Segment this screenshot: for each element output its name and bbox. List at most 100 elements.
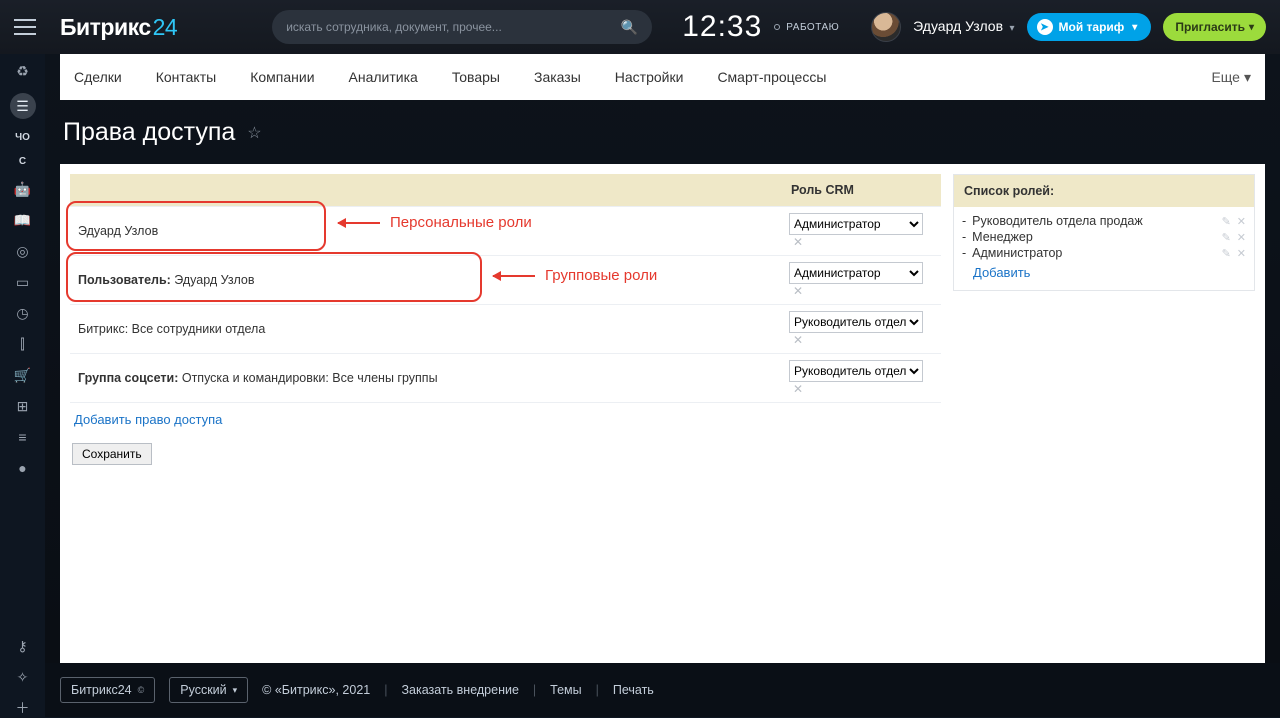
perm-row-label: Пользователь: xyxy=(78,273,171,287)
tab-deals[interactable]: Сделки xyxy=(74,69,122,85)
rail-refresh-icon[interactable]: ♻ xyxy=(14,62,32,80)
rail-robot-icon[interactable]: 🤖 xyxy=(14,180,32,198)
chevron-down-icon: ▾ xyxy=(1249,22,1254,33)
rail-target-icon[interactable]: ◎ xyxy=(14,242,32,260)
tab-analytics[interactable]: Аналитика xyxy=(349,69,418,85)
invite-label: Пригласить xyxy=(1175,20,1245,34)
rail-text-2[interactable]: С xyxy=(19,156,26,167)
role-item: -Менеджер ✎ ✕ xyxy=(962,229,1246,245)
menu-hamburger[interactable] xyxy=(14,19,36,35)
role-select[interactable]: Руководитель отдела продаж xyxy=(789,311,923,333)
perm-row-label: Группа соцсети: xyxy=(78,371,178,385)
footer-lang-label: Русский xyxy=(180,683,226,697)
footer-link-themes[interactable]: Темы xyxy=(550,683,581,697)
status-label: РАБОТАЮ xyxy=(786,22,839,33)
edit-icon[interactable]: ✎ xyxy=(1222,231,1231,244)
search-input[interactable] xyxy=(286,20,621,34)
tabs-more[interactable]: Еще ▾ xyxy=(1211,69,1251,86)
role-select[interactable]: Руководитель отдела продаж xyxy=(789,360,923,382)
delete-icon[interactable]: ✕ xyxy=(1237,215,1246,228)
tabs-more-label: Еще xyxy=(1211,69,1240,85)
rail-filter-icon[interactable]: ☰ xyxy=(10,93,36,119)
chevron-down-icon: ▾ xyxy=(1009,23,1014,34)
perm-header-role: Роль CRM xyxy=(781,174,941,207)
perm-row: Битрикс: Все сотрудники отдела Руководит… xyxy=(70,305,941,354)
tab-smart[interactable]: Смарт-процессы xyxy=(717,69,826,85)
tab-contacts[interactable]: Контакты xyxy=(156,69,216,85)
footer-brand[interactable]: Битрикс24© xyxy=(60,677,155,703)
delete-icon[interactable]: ✕ xyxy=(1237,231,1246,244)
footer-link-implement[interactable]: Заказать внедрение xyxy=(401,683,518,697)
permissions-table: Роль CRM Эдуард Узлов Администратор ✕ По… xyxy=(70,174,941,403)
delete-icon[interactable]: ✕ xyxy=(789,235,807,249)
perm-row-text: Битрикс: Все сотрудники отдела xyxy=(78,322,265,336)
roles-title: Список ролей: xyxy=(954,175,1254,207)
delete-icon[interactable]: ✕ xyxy=(789,382,807,396)
tab-products[interactable]: Товары xyxy=(452,69,500,85)
star-icon[interactable]: ☆ xyxy=(247,123,261,143)
tariff-button[interactable]: ➤ Мой тариф ▾ xyxy=(1027,13,1152,41)
tab-companies[interactable]: Компании xyxy=(250,69,314,85)
chevron-down-icon: ▾ xyxy=(1132,22,1137,33)
rail-cart-icon[interactable]: 🛒 xyxy=(14,366,32,384)
footer-copyright: © «Битрикс», 2021 xyxy=(262,683,370,697)
annotation-personal-label: Персональные роли xyxy=(390,214,532,231)
perm-row-text: Эдуард Узлов xyxy=(174,273,254,287)
delete-icon[interactable]: ✕ xyxy=(1237,247,1246,260)
content-panel: Роль CRM Эдуард Узлов Администратор ✕ По… xyxy=(60,164,1265,663)
edit-icon[interactable]: ✎ xyxy=(1222,215,1231,228)
role-select[interactable]: Администратор xyxy=(789,213,923,235)
role-item: -Руководитель отдела продаж ✎ ✕ xyxy=(962,213,1246,229)
rail-check-icon[interactable]: ● xyxy=(14,459,32,477)
footer: Битрикс24© Русский ▾ © «Битрикс», 2021 |… xyxy=(45,663,1280,717)
search-icon[interactable]: 🔍 xyxy=(621,19,638,36)
add-permission-link[interactable]: Добавить право доступа xyxy=(74,412,222,427)
page-header: Права доступа ☆ xyxy=(45,100,1280,163)
avatar[interactable] xyxy=(871,12,901,42)
rail-settings-icon[interactable]: ✧ xyxy=(14,668,32,686)
rail-book-icon[interactable]: 📖 xyxy=(14,211,32,229)
annotation-group: Групповые роли xyxy=(493,267,657,284)
chevron-down-icon: ▾ xyxy=(1244,69,1251,86)
tab-orders[interactable]: Заказы xyxy=(534,69,581,85)
search-box[interactable]: 🔍 xyxy=(272,10,652,44)
rail-sliders-icon[interactable]: ≡ xyxy=(14,428,32,446)
role-name: Менеджер xyxy=(972,230,1215,244)
arrow-icon xyxy=(493,275,535,277)
rail-text-1[interactable]: ЧО xyxy=(15,132,30,143)
left-rail: ♻ ☰ ЧО С 🤖 📖 ◎ ▭ ◷ ⫿ 🛒 ⊞ ≡ ● ⚷ ✧ ＋ xyxy=(0,54,45,717)
clock[interactable]: 12:33 xyxy=(682,10,762,44)
work-status[interactable]: РАБОТАЮ xyxy=(774,22,839,33)
page-title: Права доступа xyxy=(63,118,235,147)
plane-icon: ➤ xyxy=(1037,19,1053,35)
tariff-label: Мой тариф xyxy=(1059,20,1125,34)
perm-header-name xyxy=(70,174,781,207)
footer-lang[interactable]: Русский ▾ xyxy=(169,677,248,703)
footer-link-print[interactable]: Печать xyxy=(613,683,654,697)
logo-suffix: 24 xyxy=(153,14,178,40)
rail-apps-icon[interactable]: ⊞ xyxy=(14,397,32,415)
delete-icon[interactable]: ✕ xyxy=(789,333,807,347)
rail-sitemap-icon[interactable]: ⚷ xyxy=(14,637,32,655)
logo[interactable]: Битрикс24 xyxy=(60,14,177,41)
delete-icon[interactable]: ✕ xyxy=(789,284,807,298)
role-name: Руководитель отдела продаж xyxy=(972,214,1215,228)
role-select[interactable]: Администратор xyxy=(789,262,923,284)
rail-plus-icon[interactable]: ＋ xyxy=(14,699,32,717)
chevron-down-icon: ▾ xyxy=(233,685,238,696)
perm-row-text: Эдуард Узлов xyxy=(78,224,158,238)
tab-settings[interactable]: Настройки xyxy=(615,69,684,85)
user-name: Эдуард Узлов xyxy=(913,18,1003,34)
edit-icon[interactable]: ✎ xyxy=(1222,247,1231,260)
user-menu[interactable]: Эдуард Узлов ▾ xyxy=(913,18,1014,36)
rail-chart-icon[interactable]: ⫿ xyxy=(14,335,32,353)
role-item: -Администратор ✎ ✕ xyxy=(962,245,1246,261)
invite-button[interactable]: Пригласить ▾ xyxy=(1163,13,1266,41)
rail-window-icon[interactable]: ▭ xyxy=(14,273,32,291)
topbar: Битрикс24 🔍 12:33 РАБОТАЮ Эдуард Узлов ▾… xyxy=(0,0,1280,54)
save-button[interactable]: Сохранить xyxy=(72,443,152,465)
footer-brand-label: Битрикс24 xyxy=(71,683,132,697)
rail-clock-icon[interactable]: ◷ xyxy=(14,304,32,322)
role-name: Администратор xyxy=(972,246,1215,260)
add-role-link[interactable]: Добавить xyxy=(973,265,1030,280)
